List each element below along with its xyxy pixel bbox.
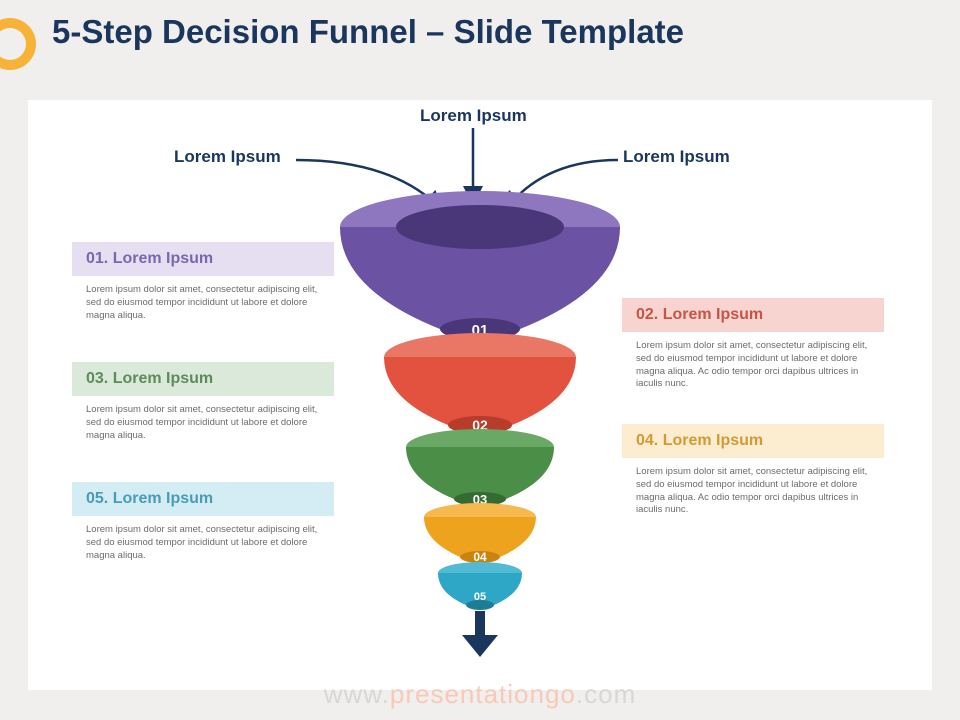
funnel-stage-2: 02 bbox=[384, 333, 576, 434]
watermark: www.presentationgo.com bbox=[0, 679, 960, 710]
slide-canvas: Lorem Ipsum Lorem Ipsum Lorem Ipsum 01 0… bbox=[28, 100, 932, 690]
step-head-5: 05. Lorem Ipsum bbox=[72, 482, 334, 516]
step-head-1: 01. Lorem Ipsum bbox=[72, 242, 334, 276]
funnel-graphic: 01 02 03 04 05 bbox=[330, 179, 630, 659]
step-head-4: 04. Lorem Ipsum bbox=[622, 424, 884, 458]
step-box-1: 01. Lorem Ipsum Lorem ipsum dolor sit am… bbox=[72, 242, 334, 326]
watermark-mid: presentationgo bbox=[390, 679, 576, 709]
step-head-3: 03. Lorem Ipsum bbox=[72, 362, 334, 396]
logo-corner bbox=[0, 18, 36, 70]
step-body-2: Lorem ipsum dolor sit amet, consectetur … bbox=[622, 332, 884, 395]
funnel-stage-3: 03 bbox=[406, 429, 554, 507]
stage-num-5: 05 bbox=[474, 591, 486, 603]
step-body-3: Lorem ipsum dolor sit amet, consectetur … bbox=[72, 396, 334, 446]
step-box-5: 05. Lorem Ipsum Lorem ipsum dolor sit am… bbox=[72, 482, 334, 566]
step-body-4: Lorem ipsum dolor sit amet, consectetur … bbox=[622, 458, 884, 521]
step-body-5: Lorem ipsum dolor sit amet, consectetur … bbox=[72, 516, 334, 566]
step-body-1: Lorem ipsum dolor sit amet, consectetur … bbox=[72, 276, 334, 326]
watermark-prefix: www. bbox=[324, 679, 390, 709]
slide-title: 5-Step Decision Funnel – Slide Template bbox=[52, 14, 912, 51]
funnel-stage-1: 01 bbox=[340, 191, 620, 340]
funnel-stage-5: 05 bbox=[438, 562, 522, 610]
step-head-2: 02. Lorem Ipsum bbox=[622, 298, 884, 332]
step-box-2: 02. Lorem Ipsum Lorem ipsum dolor sit am… bbox=[622, 298, 884, 395]
stage-num-4: 04 bbox=[473, 550, 487, 564]
funnel-stage-4: 04 bbox=[424, 503, 536, 564]
step-box-3: 03. Lorem Ipsum Lorem ipsum dolor sit am… bbox=[72, 362, 334, 446]
watermark-suffix: .com bbox=[576, 679, 636, 709]
output-arrow-icon bbox=[462, 611, 498, 657]
step-box-4: 04. Lorem Ipsum Lorem ipsum dolor sit am… bbox=[622, 424, 884, 521]
